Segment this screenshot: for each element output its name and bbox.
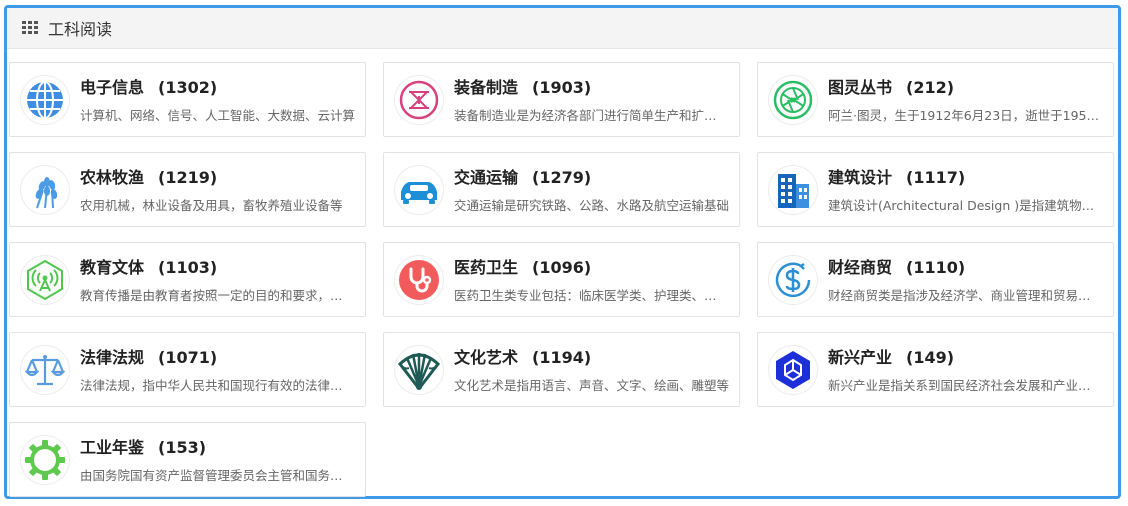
category-title-row: 建筑设计 (1117) <box>828 164 965 188</box>
category-title-row: 装备制造 (1903) <box>454 74 591 98</box>
category-title-row: 医药卫生 (1096) <box>454 254 591 278</box>
category-description: 教育传播是由教育者按照一定的目的和要求，选定合适 <box>80 288 355 303</box>
category-name: 新兴产业 <box>828 348 893 367</box>
category-card[interactable]: 图灵丛书 (212) 阿兰·图灵，生于1912年6月23日，逝世于1954年 <box>757 62 1114 137</box>
category-description: 医药卫生类专业包括：临床医学类、护理类、药学类 <box>454 288 729 303</box>
category-description: 计算机、网络、信号、人工智能、大数据、云计算 <box>80 108 355 123</box>
scales-icon <box>20 345 70 395</box>
category-card[interactable]: 教育文体 (1103) 教育传播是由教育者按照一定的目的和要求，选定合适 <box>9 242 366 317</box>
fan-icon <box>394 345 444 395</box>
category-title-row: 教育文体 (1103) <box>80 254 217 278</box>
category-name: 建筑设计 <box>828 168 893 187</box>
category-title-row: 工业年鉴 (153) <box>80 434 206 458</box>
panel-header: 工科阅读 <box>7 8 1118 49</box>
broadcast-icon <box>20 255 70 305</box>
category-card[interactable]: 交通运输 (1279) 交通运输是研究铁路、公路、水路及航空运输基础 <box>383 152 740 227</box>
category-description: 建筑设计(Architectural Design )是指建筑物在建造之前 <box>828 198 1103 213</box>
category-description: 财经商贸类是指涉及经济学、商业管理和贸易等领域 <box>828 288 1103 303</box>
category-title-row: 电子信息 (1302) <box>80 74 217 98</box>
category-name: 医药卫生 <box>454 258 519 277</box>
category-description: 文化艺术是指用语言、声音、文字、绘画、雕塑等 <box>454 378 729 393</box>
category-name: 教育文体 <box>80 258 145 277</box>
category-title-row: 法律法规 (1071) <box>80 344 217 368</box>
category-title-row: 图灵丛书 (212) <box>828 74 954 98</box>
hexagon-icon <box>768 345 818 395</box>
category-card[interactable]: 财经商贸 (1110) 财经商贸类是指涉及经济学、商业管理和贸易等领域 <box>757 242 1114 317</box>
category-name: 装备制造 <box>454 78 519 97</box>
category-card[interactable]: 农林牧渔 (1219) 农用机械，林业设备及用具，畜牧养殖业设备等 <box>9 152 366 227</box>
category-card[interactable]: 建筑设计 (1117) 建筑设计(Architectural Design )是指建… <box>757 152 1114 227</box>
category-card[interactable]: 电子信息 (1302) 计算机、网络、信号、人工智能、大数据、云计算 <box>9 62 366 137</box>
category-count: (212) <box>906 78 955 97</box>
category-name: 图灵丛书 <box>828 78 893 97</box>
grid-icon <box>22 21 38 35</box>
building-icon <box>768 165 818 215</box>
category-description: 法律法规，指中华人民共和国现行有效的法律、行政法规 <box>80 378 355 393</box>
dollar-icon <box>768 255 818 305</box>
category-count: (1117) <box>906 168 966 187</box>
category-count: (1103) <box>158 258 218 277</box>
category-count: (1302) <box>158 78 218 97</box>
wheat-icon <box>20 165 70 215</box>
aperture-icon <box>768 75 818 125</box>
category-description: 农用机械，林业设备及用具，畜牧养殖业设备等 <box>80 198 343 213</box>
category-name: 财经商贸 <box>828 258 893 277</box>
category-count: (1096) <box>532 258 592 277</box>
category-count: (1071) <box>158 348 218 367</box>
category-card[interactable]: 装备制造 (1903) 装备制造业是为经济各部门进行简单生产和扩大再生产 <box>383 62 740 137</box>
category-count: (1194) <box>532 348 592 367</box>
category-title-row: 交通运输 (1279) <box>454 164 591 188</box>
category-description: 阿兰·图灵，生于1912年6月23日，逝世于1954年 <box>828 108 1103 123</box>
category-count: (1279) <box>532 168 592 187</box>
category-name: 电子信息 <box>80 78 145 97</box>
category-card[interactable]: 工业年鉴 (153) 由国务院国有资产监督管理委员会主管和国务院国资委 <box>9 422 366 497</box>
category-card[interactable]: 法律法规 (1071) 法律法规，指中华人民共和国现行有效的法律、行政法规 <box>9 332 366 407</box>
category-count: (1903) <box>532 78 592 97</box>
category-title-row: 财经商贸 (1110) <box>828 254 965 278</box>
category-name: 交通运输 <box>454 168 519 187</box>
panel-title: 工科阅读 <box>48 20 113 39</box>
category-description: 交通运输是研究铁路、公路、水路及航空运输基础 <box>454 198 729 213</box>
category-name: 工业年鉴 <box>80 438 145 457</box>
category-count: (149) <box>906 348 955 367</box>
category-count: (153) <box>158 438 207 457</box>
category-description: 装备制造业是为经济各部门进行简单生产和扩大再生产 <box>454 108 729 123</box>
category-title-row: 新兴产业 (149) <box>828 344 954 368</box>
machinery-icon <box>394 75 444 125</box>
car-icon <box>394 165 444 215</box>
stethoscope-icon <box>394 255 444 305</box>
category-card[interactable]: 文化艺术 (1194) 文化艺术是指用语言、声音、文字、绘画、雕塑等 <box>383 332 740 407</box>
category-description: 新兴产业是指关系到国民经济社会发展和产业结构优化 <box>828 378 1103 393</box>
gear-icon <box>20 435 70 485</box>
category-count: (1219) <box>158 168 218 187</box>
category-description: 由国务院国有资产监督管理委员会主管和国务院国资委 <box>80 468 355 483</box>
globe-icon <box>20 75 70 125</box>
category-card[interactable]: 医药卫生 (1096) 医药卫生类专业包括：临床医学类、护理类、药学类 <box>383 242 740 317</box>
category-name: 农林牧渔 <box>80 168 145 187</box>
category-card[interactable]: 新兴产业 (149) 新兴产业是指关系到国民经济社会发展和产业结构优化 <box>757 332 1114 407</box>
category-count: (1110) <box>906 258 966 277</box>
category-title-row: 文化艺术 (1194) <box>454 344 591 368</box>
category-name: 法律法规 <box>80 348 145 367</box>
category-title-row: 农林牧渔 (1219) <box>80 164 217 188</box>
category-name: 文化艺术 <box>454 348 519 367</box>
